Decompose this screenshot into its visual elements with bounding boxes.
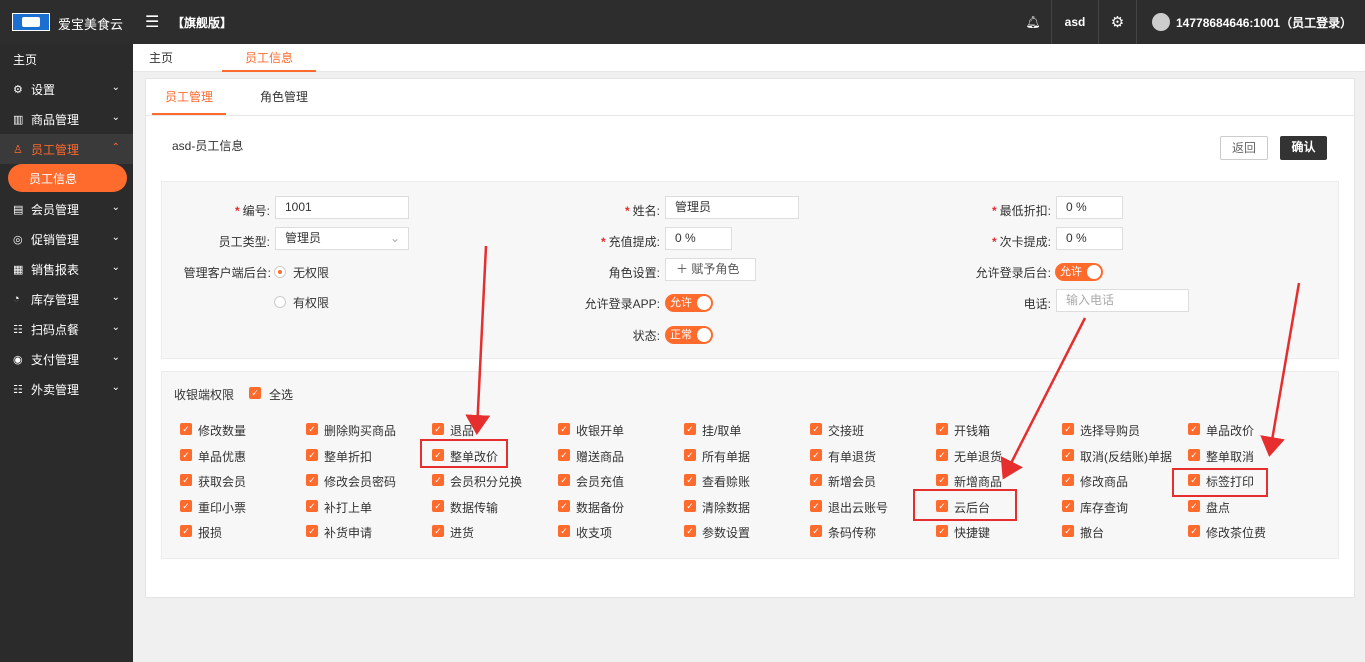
- arrow: [465, 245, 491, 435]
- arrow: [1260, 282, 1301, 457]
- annotation-arrows: [465, 245, 1301, 480]
- arrow: [1000, 317, 1087, 480]
